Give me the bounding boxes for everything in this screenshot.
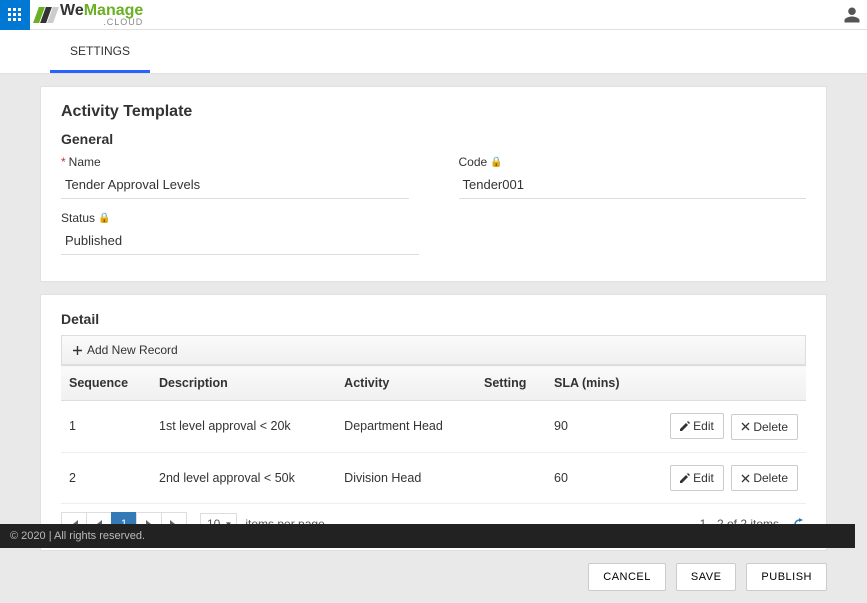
- status-field: Published: [61, 227, 419, 255]
- page-title: Activity Template: [61, 103, 806, 121]
- publish-button[interactable]: PUBLISH: [746, 563, 827, 591]
- tab-settings[interactable]: SETTINGS: [50, 30, 150, 73]
- status-label: Status: [61, 211, 95, 225]
- topbar: WeManage .CLOUD: [0, 0, 867, 30]
- detail-card: Detail Add New Record Sequence Descripti…: [40, 294, 827, 551]
- delete-button[interactable]: Delete: [731, 465, 798, 491]
- table-row: 2 2nd level approval < 50k Division Head…: [61, 452, 806, 504]
- code-label: Code: [459, 155, 488, 169]
- col-activity: Activity: [336, 366, 476, 401]
- col-sla: SLA (mins): [546, 366, 646, 401]
- logo-mark-icon: [36, 7, 56, 23]
- lock-icon: 🔒: [490, 157, 502, 168]
- detail-table: Sequence Description Activity Setting SL…: [61, 365, 806, 504]
- col-description: Description: [151, 366, 336, 401]
- section-detail: Detail: [61, 311, 806, 327]
- page-footer: © 2020 | All rights reserved.: [0, 524, 855, 548]
- cell-description: 1st level approval < 20k: [151, 401, 336, 453]
- cancel-button[interactable]: CANCEL: [588, 563, 666, 591]
- close-icon: [741, 474, 750, 483]
- close-icon: [741, 422, 750, 431]
- edit-button[interactable]: Edit: [670, 413, 724, 439]
- cell-sla: 90: [546, 401, 646, 453]
- code-field: Tender001: [459, 171, 807, 199]
- pencil-icon: [680, 473, 690, 483]
- cell-setting: [476, 401, 546, 453]
- tab-bar: SETTINGS: [0, 30, 867, 74]
- table-row: 1 1st level approval < 20k Department He…: [61, 401, 806, 453]
- required-mark: *: [61, 155, 66, 169]
- name-label: Name: [69, 155, 101, 169]
- brand-logo: WeManage .CLOUD: [36, 2, 143, 27]
- edit-button[interactable]: Edit: [670, 465, 724, 491]
- add-new-record-button[interactable]: Add New Record: [61, 335, 806, 365]
- apps-launcher-button[interactable]: [0, 0, 30, 30]
- brand-we: We: [60, 2, 84, 19]
- col-sequence: Sequence: [61, 366, 151, 401]
- cell-description: 2nd level approval < 50k: [151, 452, 336, 504]
- lock-icon: 🔒: [98, 213, 110, 224]
- save-button[interactable]: SAVE: [676, 563, 737, 591]
- cell-sla: 60: [546, 452, 646, 504]
- cell-sequence: 2: [61, 452, 151, 504]
- name-field[interactable]: Tender Approval Levels: [61, 171, 409, 199]
- cell-setting: [476, 452, 546, 504]
- grid-icon: [8, 8, 22, 22]
- section-general: General: [61, 131, 806, 147]
- col-setting: Setting: [476, 366, 546, 401]
- plus-icon: [72, 345, 83, 356]
- user-icon: [843, 6, 861, 24]
- cell-sequence: 1: [61, 401, 151, 453]
- general-card: Activity Template General *Name Tender A…: [40, 86, 827, 282]
- delete-button[interactable]: Delete: [731, 414, 798, 440]
- cell-activity: Department Head: [336, 401, 476, 453]
- cell-activity: Division Head: [336, 452, 476, 504]
- pencil-icon: [680, 421, 690, 431]
- user-menu-button[interactable]: [837, 0, 867, 30]
